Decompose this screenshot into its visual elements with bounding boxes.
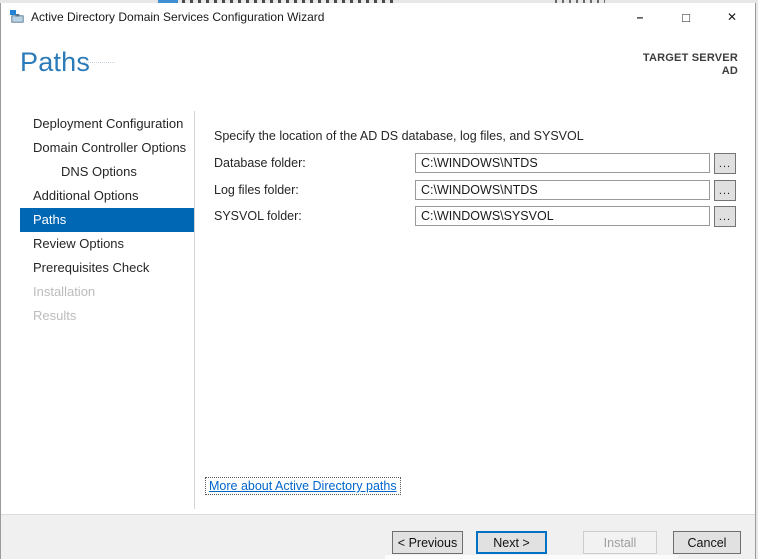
app-icon xyxy=(10,9,25,24)
focus-dots xyxy=(81,62,115,67)
log-files-folder-input[interactable] xyxy=(415,180,710,200)
sidebar-item-prerequisites-check[interactable]: Prerequisites Check xyxy=(20,256,194,280)
cancel-button[interactable]: Cancel xyxy=(673,531,741,554)
previous-button[interactable]: < Previous xyxy=(392,531,463,554)
screen: Active Directory Domain Services Configu… xyxy=(0,0,758,559)
titlebar[interactable]: Active Directory Domain Services Configu… xyxy=(1,3,755,31)
sidebar-item-additional-options[interactable]: Additional Options xyxy=(20,184,194,208)
sidebar-item-paths[interactable]: Paths xyxy=(20,208,194,232)
window-title: Active Directory Domain Services Configu… xyxy=(31,10,325,24)
install-button: Install xyxy=(583,531,657,554)
sidebar-item-review-options[interactable]: Review Options xyxy=(20,232,194,256)
minimize-button[interactable]: – xyxy=(617,3,663,31)
sidebar-item-installation: Installation xyxy=(33,284,96,299)
database-folder-input[interactable] xyxy=(415,153,710,173)
target-server-name: AD xyxy=(721,65,738,77)
database-folder-label: Database folder: xyxy=(214,156,306,170)
sidebar-item-domain-controller-options[interactable]: Domain Controller Options xyxy=(20,136,194,160)
footer: < Previous Next > Install Cancel xyxy=(1,514,755,559)
close-button[interactable]: ✕ xyxy=(709,3,755,31)
target-server-label: TARGET SERVER xyxy=(642,52,738,64)
database-folder-browse-button[interactable]: ... xyxy=(714,153,736,174)
log-files-folder-browse-button[interactable]: ... xyxy=(714,180,736,201)
sidebar-item-deployment-configuration[interactable]: Deployment Configuration xyxy=(20,112,194,136)
sidebar-item-dns-options[interactable]: DNS Options xyxy=(20,160,194,184)
window-controls: – □ ✕ xyxy=(617,3,755,31)
page-description: Specify the location of the AD DS databa… xyxy=(214,129,584,143)
sysvol-folder-browse-button[interactable]: ... xyxy=(714,206,736,227)
more-about-paths-link[interactable]: More about Active Directory paths xyxy=(205,477,401,495)
wizard-steps-sidebar: Deployment Configuration Domain Controll… xyxy=(20,112,194,328)
target-server-info: TARGET SERVER AD xyxy=(643,52,738,78)
next-button[interactable]: Next > xyxy=(476,531,547,554)
sidebar-divider xyxy=(194,111,195,509)
background-window-edge-bottom xyxy=(385,555,678,559)
wizard-dialog: Active Directory Domain Services Configu… xyxy=(0,3,756,559)
page-title: Paths xyxy=(20,47,91,77)
sidebar-item-results: Results xyxy=(33,308,77,323)
log-files-folder-label: Log files folder: xyxy=(214,183,299,197)
sysvol-folder-label: SYSVOL folder: xyxy=(214,209,302,223)
sysvol-folder-input[interactable] xyxy=(415,206,710,226)
maximize-button[interactable]: □ xyxy=(663,3,709,31)
